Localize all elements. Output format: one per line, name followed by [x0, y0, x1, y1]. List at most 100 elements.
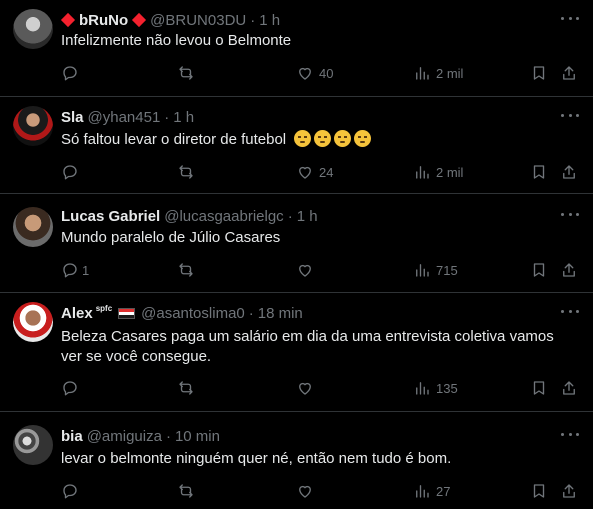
action-bar: 24 2 mil [61, 162, 593, 182]
more-icon[interactable] [561, 429, 579, 439]
reply-icon [63, 263, 77, 278]
avatar[interactable] [13, 9, 53, 49]
tweet-header: bRuNo @BRUN03DU · 1 h [60, 10, 553, 30]
tweet-header: Lucas Gabriel @lucasgaabrielgc · 1 h [61, 207, 318, 225]
like-button[interactable] [296, 260, 319, 280]
reply-button[interactable]: 1 [61, 260, 89, 280]
reply-button[interactable] [61, 162, 84, 182]
display-name[interactable]: bRuNo [79, 12, 128, 29]
display-name[interactable]: Alex [61, 305, 93, 322]
avatar[interactable] [13, 302, 53, 342]
retweet-button[interactable] [177, 162, 200, 182]
avatar[interactable] [13, 106, 53, 146]
more-icon[interactable] [561, 306, 579, 316]
avatar[interactable] [13, 425, 53, 465]
tweet[interactable]: Alex spfc @asantoslima0 · 18 min Beleza … [0, 293, 593, 412]
like-button[interactable] [296, 378, 319, 398]
views-button[interactable]: 2 mil [413, 162, 463, 182]
display-name[interactable]: Lucas Gabriel [61, 208, 160, 225]
reply-count: 1 [82, 262, 90, 278]
views-icon [416, 264, 429, 277]
like-icon [299, 166, 311, 179]
reply-icon [63, 165, 77, 180]
tweet[interactable]: Sla @yhan451 · 1 h Só faltou levar o dir… [0, 97, 593, 194]
share-button[interactable] [560, 260, 578, 280]
like-icon [299, 264, 311, 277]
share-icon [563, 381, 575, 395]
user-handle[interactable]: @lucasgaabrielgc [164, 208, 283, 225]
tweet[interactable]: bia @amiguiza · 10 min levar o belmonte … [0, 412, 593, 509]
timestamp[interactable]: 18 min [258, 305, 303, 322]
bookmark-button[interactable] [530, 162, 548, 182]
views-count: 2 mil [436, 164, 464, 180]
share-icon [563, 263, 575, 277]
like-count: 24 [319, 164, 334, 180]
avatar[interactable] [13, 207, 53, 247]
share-button[interactable] [560, 481, 578, 501]
retweet-button[interactable] [177, 63, 200, 83]
bookmark-button[interactable] [530, 63, 548, 83]
tweet[interactable]: bRuNo @BRUN03DU · 1 h Infelizmente não l… [0, 0, 593, 97]
timestamp[interactable]: 1 h [259, 12, 280, 29]
flag-icon [118, 307, 136, 319]
tweet-text: Infelizmente não levou o Belmonte [61, 32, 292, 49]
user-handle[interactable]: @asantoslima0 [141, 305, 245, 322]
more-icon[interactable] [561, 110, 579, 120]
display-name[interactable]: bia [61, 428, 83, 445]
reply-button[interactable] [61, 378, 84, 398]
views-count: 715 [436, 262, 458, 278]
user-handle[interactable]: @amiguiza [87, 428, 162, 445]
share-icon [563, 484, 575, 498]
bookmark-icon [533, 66, 545, 80]
reply-icon [63, 484, 77, 499]
reply-button[interactable] [61, 63, 84, 83]
bookmark-button[interactable] [530, 260, 548, 280]
reply-button[interactable] [61, 481, 84, 501]
views-count: 135 [436, 380, 458, 396]
like-icon [299, 382, 311, 395]
tweet[interactable]: Lucas Gabriel @lucasgaabrielgc · 1 h Mun… [0, 194, 593, 293]
timestamp[interactable]: 1 h [297, 208, 318, 225]
views-button[interactable]: 27 [413, 481, 450, 501]
timestamp[interactable]: 10 min [175, 428, 220, 445]
tweet-text: Beleza Casares paga um salário em dia da… [61, 328, 554, 365]
more-icon[interactable] [561, 209, 579, 219]
retweet-button[interactable] [177, 260, 200, 280]
share-icon [563, 66, 575, 80]
share-button[interactable] [560, 162, 578, 182]
views-icon [416, 166, 429, 179]
user-handle[interactable]: @BRUN03DU [150, 12, 246, 29]
share-icon [563, 165, 575, 179]
like-button[interactable]: 40 [296, 63, 333, 83]
action-bar: 135 [61, 378, 593, 398]
retweet-button[interactable] [177, 378, 200, 398]
bookmark-button[interactable] [530, 481, 548, 501]
like-button[interactable]: 24 [296, 162, 333, 182]
share-button[interactable] [560, 378, 578, 398]
views-icon [416, 382, 429, 395]
views-count: 27 [436, 483, 451, 499]
tweet-header: Alex spfc @asantoslima0 · 18 min [61, 303, 303, 322]
like-button[interactable] [296, 481, 319, 501]
user-handle[interactable]: @yhan451 [88, 109, 161, 126]
display-name[interactable]: Sla [61, 109, 84, 126]
tweet-header: Sla @yhan451 · 1 h [61, 108, 195, 126]
bookmark-icon [533, 381, 545, 395]
tweet-text: levar o belmonte ninguém quer né, então … [61, 450, 452, 467]
bookmark-button[interactable] [530, 378, 548, 398]
tweet-text: Só faltou levar o diretor de futebol [61, 130, 575, 150]
views-button[interactable]: 135 [413, 378, 458, 398]
tweet-header: bia @amiguiza · 10 min [61, 427, 220, 445]
red-diamond-icon [60, 12, 76, 28]
sleepy-face-emoji-icon [314, 130, 332, 147]
retweet-button[interactable] [177, 481, 200, 501]
views-button[interactable]: 2 mil [413, 63, 463, 83]
timestamp[interactable]: 1 h [173, 109, 194, 126]
more-icon[interactable] [561, 13, 579, 23]
retweet-icon [179, 484, 193, 498]
share-button[interactable] [560, 63, 578, 83]
like-icon [299, 67, 311, 80]
action-bar: 27 [61, 481, 593, 501]
views-button[interactable]: 715 [413, 260, 458, 280]
action-bar: 40 2 mil [61, 63, 593, 83]
